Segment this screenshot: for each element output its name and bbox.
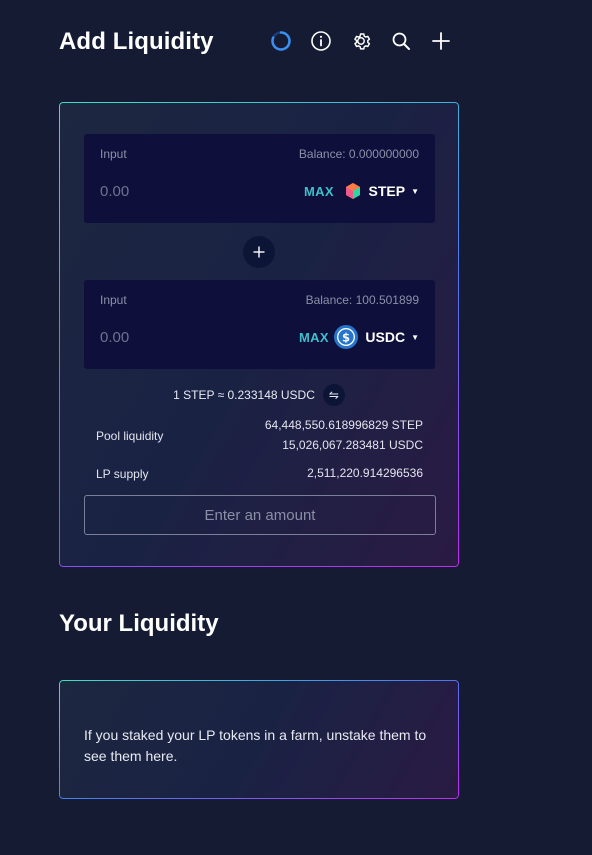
- add-separator-button[interactable]: [243, 236, 275, 268]
- chevron-down-icon: ▼: [411, 186, 419, 196]
- pool-liquidity-values: 64,448,550.618996829 STEP 15,026,067.283…: [265, 415, 423, 455]
- page-title: Add Liquidity: [59, 28, 214, 55]
- search-button[interactable]: [390, 30, 412, 52]
- input-label: Input: [100, 147, 127, 161]
- refresh-timer-button[interactable]: [270, 30, 292, 52]
- header-toolbar: [270, 30, 470, 52]
- pool-liquidity-usdc: 15,026,067.283481 USDC: [282, 438, 423, 452]
- swap-arrows-icon: ⇋: [328, 388, 339, 402]
- token-b-input-panel: Input Balance: 100.501899 MAX $ USDC ▼: [84, 280, 435, 369]
- token-a-symbol: STEP: [368, 183, 406, 199]
- your-liquidity-title: Your Liquidity: [59, 610, 219, 637]
- token-a-selector[interactable]: STEP ▼: [344, 178, 419, 204]
- create-pool-button[interactable]: [430, 30, 452, 52]
- plus-icon: [253, 246, 265, 258]
- loading-ring-icon: [271, 31, 291, 51]
- pool-liquidity-label: Pool liquidity: [96, 429, 164, 443]
- invert-rate-button[interactable]: ⇋: [322, 384, 345, 406]
- step-token-icon: [345, 183, 360, 199]
- token-b-selector[interactable]: $ USDC ▼: [334, 324, 419, 350]
- chevron-down-icon: ▼: [411, 332, 419, 342]
- pool-liquidity-step: 64,448,550.618996829 STEP: [264, 418, 423, 432]
- max-button[interactable]: MAX: [304, 184, 334, 199]
- lp-supply-value: 2,511,220.914296536: [307, 466, 423, 480]
- enter-amount-button[interactable]: Enter an amount: [84, 495, 436, 535]
- balance-label: Balance: 100.501899: [305, 293, 419, 307]
- add-liquidity-card: Input Balance: 0.000000000 MAX STEP ▼ In…: [59, 102, 459, 567]
- max-button[interactable]: MAX: [299, 330, 329, 345]
- token-b-amount-input[interactable]: [98, 328, 222, 347]
- info-button[interactable]: [310, 30, 332, 52]
- svg-text:$: $: [342, 330, 350, 344]
- balance-label: Balance: 0.000000000: [298, 147, 419, 161]
- token-a-amount-input[interactable]: [98, 182, 222, 201]
- info-icon: [311, 31, 331, 51]
- exchange-rate-text: 1 STEP ≈ 0.233148 USDC: [173, 388, 315, 402]
- your-liquidity-card: If you staked your LP tokens in a farm, …: [59, 680, 459, 799]
- usdc-token-icon: $: [334, 325, 359, 349]
- search-icon: [392, 32, 410, 50]
- token-a-input-panel: Input Balance: 0.000000000 MAX STEP ▼: [84, 134, 435, 223]
- token-b-symbol: USDC: [365, 329, 406, 345]
- input-label: Input: [100, 293, 127, 307]
- plus-icon: [432, 32, 450, 50]
- lp-supply-label: LP supply: [96, 467, 149, 481]
- unstake-hint-text: If you staked your LP tokens in a farm, …: [84, 727, 427, 764]
- settings-button[interactable]: [350, 30, 372, 52]
- gear-icon: [354, 33, 371, 50]
- exchange-rate-row: 1 STEP ≈ 0.233148 USDC ⇋: [59, 384, 459, 406]
